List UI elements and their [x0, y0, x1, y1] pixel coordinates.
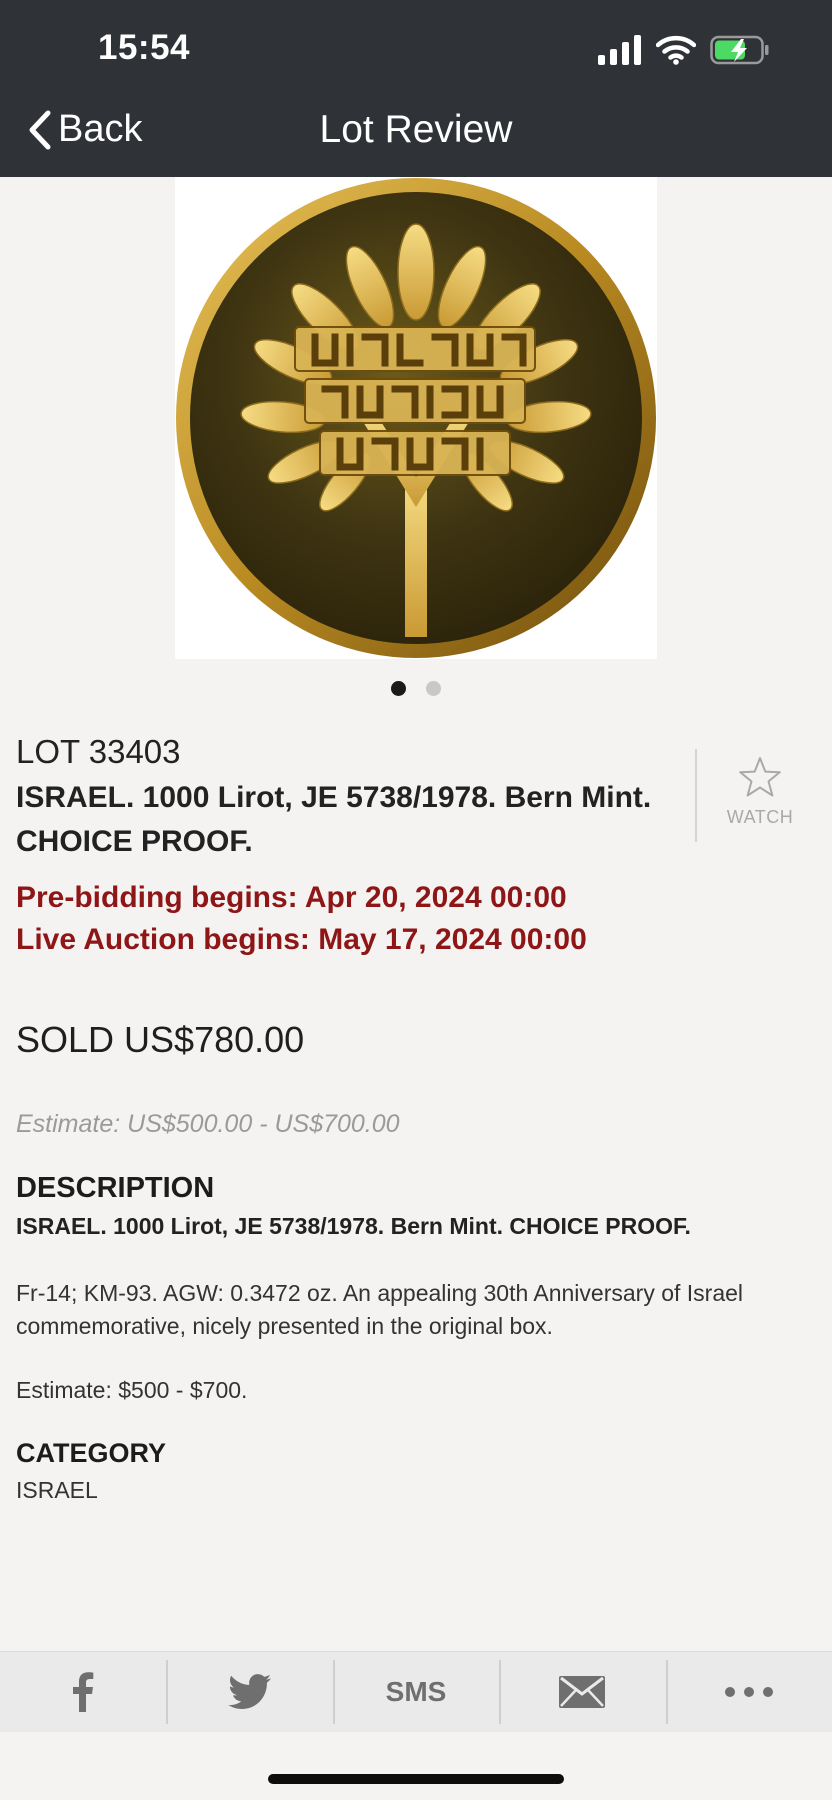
description-title: ISRAEL. 1000 Lirot, JE 5738/1978. Bern M… [16, 1213, 691, 1239]
pager-dot-active[interactable] [391, 681, 406, 696]
share-more-button[interactable] [665, 1652, 832, 1732]
wifi-icon [656, 35, 696, 65]
watch-button[interactable]: WATCH [710, 756, 810, 828]
lot-image[interactable] [175, 177, 657, 659]
image-pager[interactable] [0, 681, 832, 696]
more-icon [724, 1687, 773, 1697]
description-text: Fr-14; KM-93. AGW: 0.3472 oz. An appeali… [16, 1280, 744, 1339]
pre-bidding-date: Pre-bidding begins: Apr 20, 2024 00:00 [16, 881, 567, 914]
category-heading: CATEGORY [16, 1438, 167, 1468]
lot-number: LOT 33403 [16, 733, 181, 770]
lot-title: ISRAEL. 1000 Lirot, JE 5738/1978. Bern M… [16, 781, 652, 858]
live-auction-date: Live Auction begins: May 17, 2024 00:00 [16, 923, 587, 956]
battery-charging-icon [710, 35, 769, 65]
star-outline-icon [739, 757, 781, 797]
status-time: 15:54 [98, 28, 191, 67]
pager-dot[interactable] [426, 681, 441, 696]
share-sms-button[interactable]: SMS [332, 1652, 499, 1732]
back-label: Back [58, 108, 143, 150]
category-value: ISRAEL [16, 1477, 98, 1503]
estimate-range: Estimate: US$500.00 - US$700.00 [16, 1110, 400, 1138]
twitter-icon [227, 1674, 271, 1709]
mail-icon [559, 1676, 606, 1708]
status-icons [598, 30, 770, 70]
coin-image [176, 178, 656, 658]
top-bar: 15:54 Back Lot Review [0, 0, 832, 177]
share-twitter-button[interactable] [166, 1652, 332, 1732]
share-facebook-button[interactable] [0, 1652, 166, 1732]
facebook-icon [73, 1672, 94, 1712]
home-indicator[interactable] [268, 1774, 564, 1784]
share-bar: SMS [0, 1651, 832, 1732]
sms-label: SMS [385, 1676, 447, 1707]
sold-price: SOLD US$780.00 [16, 1019, 305, 1060]
description-heading: DESCRIPTION [16, 1172, 215, 1204]
back-button[interactable]: Back [28, 108, 142, 151]
watch-divider [695, 749, 697, 842]
share-email-button[interactable] [499, 1652, 665, 1732]
chevron-left-icon [29, 110, 51, 149]
signal-icon [598, 35, 641, 65]
watch-label: WATCH [726, 807, 794, 827]
description-estimate: Estimate: $500 - $700. [16, 1377, 248, 1403]
